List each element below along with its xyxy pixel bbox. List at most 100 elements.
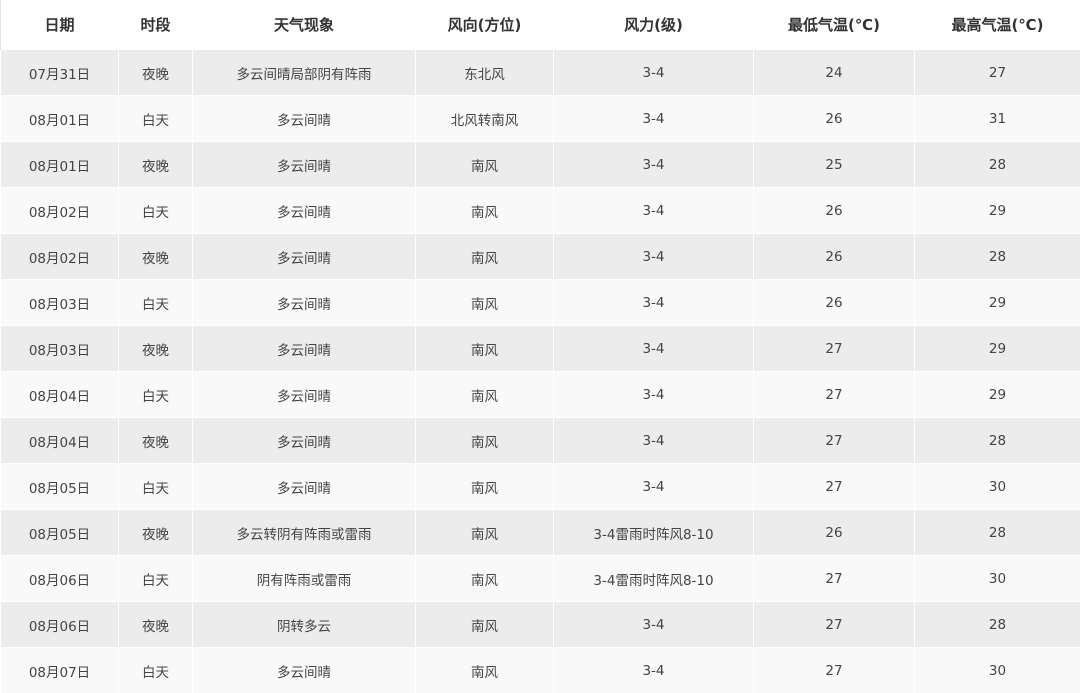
table-row: 08月03日白天多云间晴南风3-42629 bbox=[1, 280, 1080, 326]
cell-max-temp: 28 bbox=[915, 418, 1080, 464]
header-wind-direction: 风向(方位) bbox=[416, 0, 554, 50]
table-row: 08月02日夜晚多云间晴南风3-42628 bbox=[1, 234, 1080, 280]
cell-wind-direction: 北风转南风 bbox=[416, 96, 554, 142]
cell-wind-force: 3-4 bbox=[554, 418, 754, 464]
cell-wind-force: 3-4 bbox=[554, 372, 754, 418]
weather-forecast-table-container: 日期 时段 天气现象 风向(方位) 风力(级) 最低气温(℃) 最高气温(℃) … bbox=[0, 0, 1080, 686]
cell-max-temp: 28 bbox=[915, 602, 1080, 648]
cell-wind-direction: 南风 bbox=[416, 464, 554, 510]
cell-date: 08月05日 bbox=[1, 510, 119, 556]
cell-period: 白天 bbox=[119, 188, 193, 234]
cell-period: 白天 bbox=[119, 464, 193, 510]
header-weather: 天气现象 bbox=[193, 0, 416, 50]
table-row: 08月06日夜晚阴转多云南风3-42728 bbox=[1, 602, 1080, 648]
cell-min-temp: 26 bbox=[754, 234, 915, 280]
cell-date: 08月06日 bbox=[1, 556, 119, 602]
table-row: 08月01日白天多云间晴北风转南风3-42631 bbox=[1, 96, 1080, 142]
cell-wind-force: 3-4 bbox=[554, 96, 754, 142]
table-row: 08月04日白天多云间晴南风3-42729 bbox=[1, 372, 1080, 418]
cell-wind-direction: 南风 bbox=[416, 188, 554, 234]
cell-weather: 多云间晴 bbox=[193, 142, 416, 188]
cell-date: 08月02日 bbox=[1, 188, 119, 234]
table-header: 日期 时段 天气现象 风向(方位) 风力(级) 最低气温(℃) 最高气温(℃) bbox=[1, 0, 1080, 50]
cell-wind-direction: 南风 bbox=[416, 556, 554, 602]
cell-period: 夜晚 bbox=[119, 602, 193, 648]
cell-max-temp: 29 bbox=[915, 326, 1080, 372]
cell-wind-force: 3-4雷雨时阵风8-10 bbox=[554, 510, 754, 556]
cell-min-temp: 27 bbox=[754, 418, 915, 464]
cell-min-temp: 27 bbox=[754, 464, 915, 510]
cell-date: 08月01日 bbox=[1, 142, 119, 188]
cell-weather: 多云间晴 bbox=[193, 234, 416, 280]
cell-date: 08月05日 bbox=[1, 464, 119, 510]
cell-min-temp: 26 bbox=[754, 96, 915, 142]
cell-period: 夜晚 bbox=[119, 50, 193, 96]
table-body: 07月31日夜晚多云间晴局部阴有阵雨东北风3-4242708月01日白天多云间晴… bbox=[1, 50, 1080, 693]
cell-weather: 多云间晴 bbox=[193, 326, 416, 372]
cell-weather: 多云间晴 bbox=[193, 280, 416, 326]
cell-date: 08月04日 bbox=[1, 372, 119, 418]
cell-max-temp: 30 bbox=[915, 556, 1080, 602]
cell-max-temp: 27 bbox=[915, 50, 1080, 96]
cell-wind-direction: 南风 bbox=[416, 372, 554, 418]
cell-min-temp: 24 bbox=[754, 50, 915, 96]
header-date: 日期 bbox=[1, 0, 119, 50]
cell-wind-force: 3-4 bbox=[554, 326, 754, 372]
cell-wind-force: 3-4 bbox=[554, 648, 754, 693]
cell-wind-direction: 南风 bbox=[416, 510, 554, 556]
cell-date: 08月03日 bbox=[1, 326, 119, 372]
cell-wind-force: 3-4雷雨时阵风8-10 bbox=[554, 556, 754, 602]
cell-wind-force: 3-4 bbox=[554, 602, 754, 648]
cell-wind-force: 3-4 bbox=[554, 464, 754, 510]
cell-wind-direction: 南风 bbox=[416, 602, 554, 648]
header-min-temp: 最低气温(℃) bbox=[754, 0, 915, 50]
cell-min-temp: 26 bbox=[754, 188, 915, 234]
cell-date: 08月04日 bbox=[1, 418, 119, 464]
header-wind-force: 风力(级) bbox=[554, 0, 754, 50]
cell-wind-direction: 南风 bbox=[416, 418, 554, 464]
cell-wind-direction: 南风 bbox=[416, 326, 554, 372]
cell-date: 08月07日 bbox=[1, 648, 119, 693]
table-row: 08月04日夜晚多云间晴南风3-42728 bbox=[1, 418, 1080, 464]
cell-weather: 阴有阵雨或雷雨 bbox=[193, 556, 416, 602]
cell-wind-direction: 南风 bbox=[416, 234, 554, 280]
cell-wind-direction: 南风 bbox=[416, 142, 554, 188]
cell-wind-direction: 南风 bbox=[416, 648, 554, 693]
cell-weather: 多云间晴 bbox=[193, 418, 416, 464]
cell-weather: 多云间晴 bbox=[193, 372, 416, 418]
cell-min-temp: 27 bbox=[754, 648, 915, 693]
table-row: 08月06日白天阴有阵雨或雷雨南风3-4雷雨时阵风8-102730 bbox=[1, 556, 1080, 602]
table-row: 08月03日夜晚多云间晴南风3-42729 bbox=[1, 326, 1080, 372]
cell-period: 白天 bbox=[119, 280, 193, 326]
cell-max-temp: 30 bbox=[915, 464, 1080, 510]
weather-forecast-table: 日期 时段 天气现象 风向(方位) 风力(级) 最低气温(℃) 最高气温(℃) … bbox=[0, 0, 1080, 693]
cell-period: 白天 bbox=[119, 372, 193, 418]
cell-date: 08月03日 bbox=[1, 280, 119, 326]
cell-max-temp: 28 bbox=[915, 234, 1080, 280]
cell-weather: 多云间晴 bbox=[193, 96, 416, 142]
cell-wind-force: 3-4 bbox=[554, 280, 754, 326]
cell-max-temp: 29 bbox=[915, 372, 1080, 418]
cell-max-temp: 30 bbox=[915, 648, 1080, 693]
cell-min-temp: 26 bbox=[754, 510, 915, 556]
cell-date: 07月31日 bbox=[1, 50, 119, 96]
cell-weather: 多云间晴局部阴有阵雨 bbox=[193, 50, 416, 96]
cell-wind-force: 3-4 bbox=[554, 234, 754, 280]
cell-min-temp: 25 bbox=[754, 142, 915, 188]
cell-min-temp: 26 bbox=[754, 280, 915, 326]
table-row: 08月07日白天多云间晴南风3-42730 bbox=[1, 648, 1080, 693]
table-row: 07月31日夜晚多云间晴局部阴有阵雨东北风3-42427 bbox=[1, 50, 1080, 96]
cell-min-temp: 27 bbox=[754, 556, 915, 602]
cell-max-temp: 29 bbox=[915, 188, 1080, 234]
header-row: 日期 时段 天气现象 风向(方位) 风力(级) 最低气温(℃) 最高气温(℃) bbox=[1, 0, 1080, 50]
table-row: 08月01日夜晚多云间晴南风3-42528 bbox=[1, 142, 1080, 188]
cell-period: 夜晚 bbox=[119, 326, 193, 372]
cell-period: 夜晚 bbox=[119, 418, 193, 464]
cell-max-temp: 28 bbox=[915, 142, 1080, 188]
cell-max-temp: 29 bbox=[915, 280, 1080, 326]
cell-weather: 多云间晴 bbox=[193, 464, 416, 510]
header-period: 时段 bbox=[119, 0, 193, 50]
cell-period: 白天 bbox=[119, 648, 193, 693]
cell-max-temp: 28 bbox=[915, 510, 1080, 556]
cell-min-temp: 27 bbox=[754, 372, 915, 418]
